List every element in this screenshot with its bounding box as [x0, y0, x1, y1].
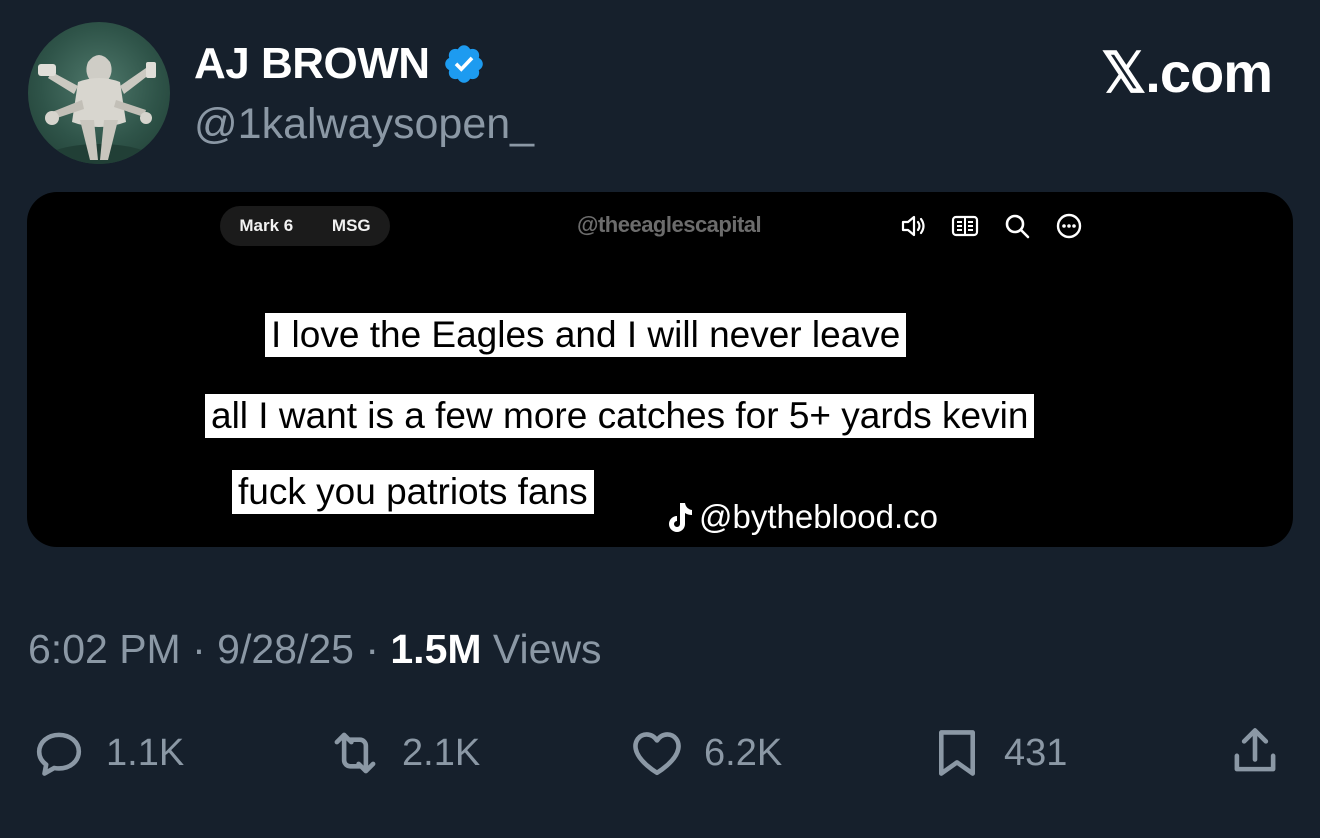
reply-count: 1.1K: [106, 732, 185, 774]
caption-line: I love the Eagles and I will never leave: [265, 313, 907, 357]
speaker-icon: [901, 215, 925, 237]
bookmark-count: 431: [1004, 732, 1068, 774]
more-icon: [1056, 213, 1082, 239]
reply-icon: [36, 732, 82, 776]
author-row: AJ BROWN: [194, 38, 486, 90]
repost-button[interactable]: 2.1K: [326, 722, 480, 784]
avatar[interactable]: [28, 22, 170, 164]
meta-separator: ·: [180, 626, 218, 672]
share-button[interactable]: [1226, 722, 1284, 780]
post-date[interactable]: 9/28/25: [217, 626, 354, 672]
tiktok-handle: @bytheblood.co: [699, 498, 938, 535]
search-icon: [1005, 214, 1030, 239]
repost-icon: [334, 732, 376, 774]
caption-line: fuck you patriots fans: [232, 470, 594, 514]
post-meta: 6:02 PM · 9/28/25 · 1.5M Views: [28, 623, 602, 675]
post-time[interactable]: 6:02 PM: [28, 626, 181, 672]
author-name[interactable]: AJ BROWN: [194, 38, 430, 90]
video-top-chips: Mark 6 MSG: [220, 206, 390, 246]
reader-icon: [951, 215, 979, 237]
heart-icon: [633, 732, 681, 776]
statue-avatar-image: [38, 55, 159, 164]
chip-msg: MSG: [331, 216, 371, 235]
tiktok-icon: [669, 503, 692, 532]
watermark-text: @theeaglescapital: [577, 212, 762, 237]
share-icon: [1234, 728, 1276, 772]
views-count: 1.5M: [390, 626, 482, 672]
bookmark-icon: [938, 730, 976, 776]
chip-mark-6: Mark 6: [239, 216, 294, 235]
verified-badge-icon: [444, 45, 483, 83]
tiktok-watermark: @bytheblood.co: [663, 498, 938, 536]
action-bar: 1.1K 2.1K 6.2K 431: [0, 722, 1320, 784]
video-toolbar: [897, 210, 1085, 242]
bookmark-button[interactable]: 431: [928, 722, 1067, 784]
video-media[interactable]: Mark 6 MSG @theeaglescapital I love the …: [27, 192, 1293, 547]
brand-logo: 𝕏.com: [1101, 41, 1273, 104]
repost-count: 2.1K: [402, 732, 481, 774]
author-handle[interactable]: @1kalwaysopen_: [194, 98, 534, 150]
meta-separator: ·: [353, 626, 391, 672]
caption-line: all I want is a few more catches for 5+ …: [205, 394, 1035, 438]
like-count: 6.2K: [704, 732, 783, 774]
like-button[interactable]: 6.2K: [628, 722, 782, 784]
views-label: Views: [481, 626, 602, 672]
reply-button[interactable]: 1.1K: [30, 722, 184, 784]
